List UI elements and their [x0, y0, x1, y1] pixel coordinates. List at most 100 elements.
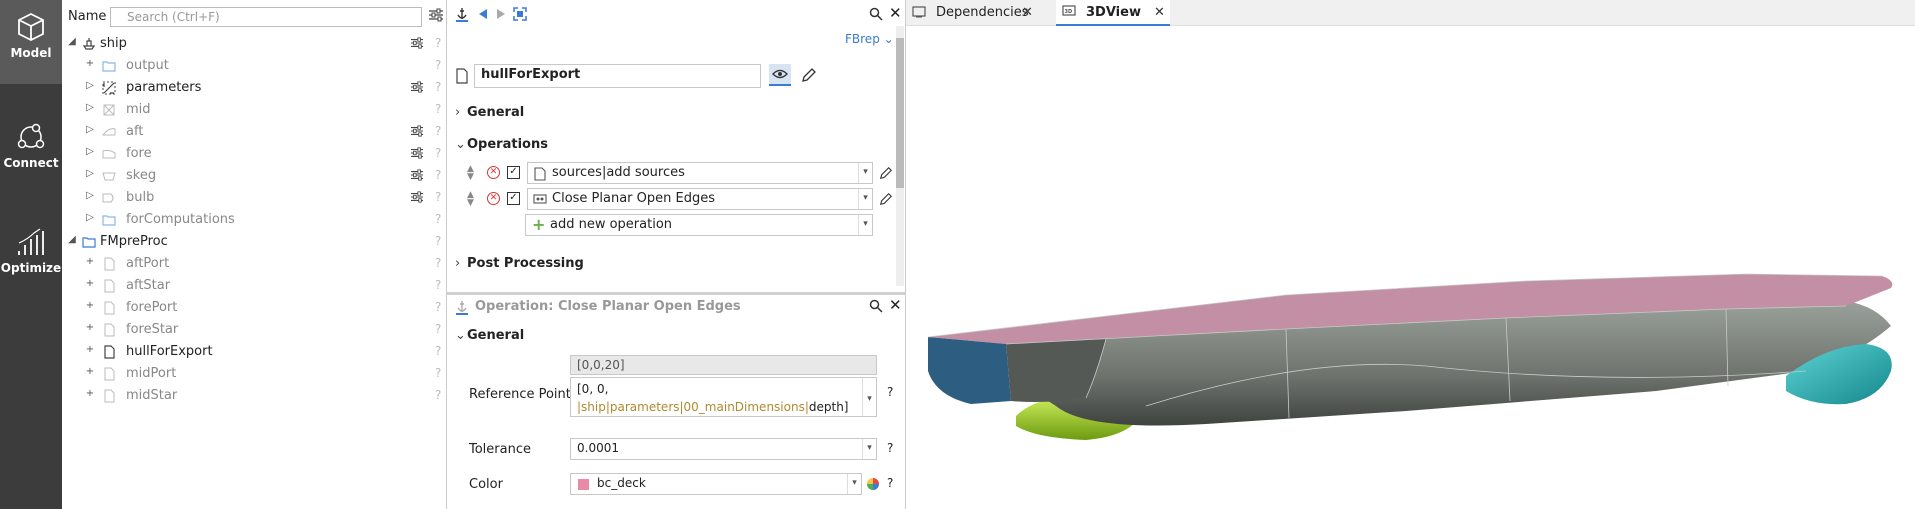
operation-dropdown[interactable]: sources|add sources ▾: [527, 162, 873, 184]
chevron-down-icon[interactable]: ▾: [858, 163, 872, 183]
operation-general-header[interactable]: ⌄General: [455, 328, 524, 343]
expand-icon[interactable]: +: [84, 278, 96, 289]
expand-icon[interactable]: +: [84, 388, 96, 399]
help-icon[interactable]: ?: [435, 146, 441, 160]
reorder-handle-icon[interactable]: ▲ ▼: [467, 191, 474, 208]
tree-row-ship[interactable]: ◢ ship ?: [62, 33, 447, 55]
general-section-header[interactable]: › General: [455, 105, 524, 120]
settings-sliders-icon[interactable]: [410, 37, 424, 49]
tree-row-aftstar[interactable]: + aftStar ?: [62, 275, 447, 297]
3d-viewport[interactable]: [906, 26, 1915, 509]
help-icon[interactable]: ?: [435, 36, 441, 50]
expand-icon[interactable]: ▷: [84, 212, 96, 223]
expand-icon[interactable]: ▷: [84, 190, 96, 201]
tree-row-forcomputations[interactable]: ▷ forComputations ?: [62, 209, 447, 231]
reference-point-input[interactable]: [0, 0, |ship|parameters|00_mainDimension…: [570, 377, 877, 417]
help-icon[interactable]: ?: [435, 168, 441, 182]
help-icon[interactable]: ?: [435, 80, 441, 94]
settings-sliders-icon[interactable]: [410, 191, 424, 203]
help-icon[interactable]: ?: [435, 366, 441, 380]
expand-icon[interactable]: +: [84, 256, 96, 267]
chevron-down-icon[interactable]: ▾: [862, 439, 876, 459]
chevron-down-icon[interactable]: ▾: [858, 189, 872, 209]
edit-icon[interactable]: [801, 67, 817, 83]
help-icon[interactable]: ?: [435, 322, 441, 336]
expand-icon[interactable]: +: [84, 322, 96, 333]
tree-row-fmpreproc[interactable]: ◢ FMpreProc ?: [62, 231, 447, 253]
help-icon[interactable]: ?: [435, 190, 441, 204]
operation-dropdown[interactable]: Close Planar Open Edges ▾: [527, 188, 873, 210]
color-palette-icon[interactable]: [866, 477, 880, 491]
edit-icon[interactable]: [879, 166, 893, 180]
tree-row-aft[interactable]: ▷ aft ?: [62, 121, 447, 143]
connect-mode-button[interactable]: Connect: [0, 110, 62, 194]
expand-icon[interactable]: ▷: [84, 102, 96, 113]
expand-icon[interactable]: +: [84, 344, 96, 355]
help-icon[interactable]: ?: [887, 441, 893, 455]
tab-3dview[interactable]: 3D 3DView ✕: [1056, 0, 1170, 26]
expand-icon[interactable]: ▷: [84, 80, 96, 91]
scrollbar-thumb[interactable]: [896, 38, 904, 188]
chevron-down-icon[interactable]: ▾: [862, 378, 876, 416]
tree-row-hullforexport[interactable]: + hullForExport ?: [62, 341, 447, 363]
forward-arrow-icon[interactable]: [495, 8, 507, 20]
help-icon[interactable]: ?: [435, 300, 441, 314]
search-icon[interactable]: [869, 7, 883, 21]
help-icon[interactable]: ?: [435, 256, 441, 270]
close-icon[interactable]: ✕: [889, 296, 902, 314]
tree-row-forestar[interactable]: + foreStar ?: [62, 319, 447, 341]
remove-operation-icon[interactable]: ✕: [487, 192, 500, 205]
expand-icon[interactable]: +: [84, 300, 96, 311]
tolerance-input[interactable]: 0.0001 ▾: [570, 438, 877, 460]
close-icon[interactable]: ✕: [889, 4, 902, 22]
expand-icon[interactable]: +: [84, 58, 96, 69]
mode-dropdown[interactable]: FBrep ⌄: [845, 32, 894, 46]
tree-row-output[interactable]: + output ?: [62, 55, 447, 77]
model-mode-button[interactable]: Model: [0, 0, 62, 84]
close-icon[interactable]: ✕: [1154, 5, 1165, 20]
help-icon[interactable]: ?: [435, 124, 441, 138]
vertical-scrollbar[interactable]: [896, 26, 904, 286]
add-operation-dropdown[interactable]: + add new operation ▾: [525, 214, 873, 236]
expand-icon[interactable]: +: [84, 366, 96, 377]
help-icon[interactable]: ?: [887, 476, 893, 490]
help-icon[interactable]: ?: [435, 388, 441, 402]
operations-section-header[interactable]: ⌄Operations: [455, 137, 548, 152]
tree-row-parameters[interactable]: ▷ parameters ?: [62, 77, 447, 99]
collapse-icon[interactable]: ◢: [66, 234, 78, 245]
expand-icon[interactable]: ▷: [84, 168, 96, 179]
remove-operation-icon[interactable]: ✕: [487, 166, 500, 179]
tree-row-foreport[interactable]: + forePort ?: [62, 297, 447, 319]
chevron-down-icon[interactable]: ▾: [847, 474, 861, 494]
operation-enabled-checkbox[interactable]: ✓: [507, 166, 520, 179]
edit-icon[interactable]: [879, 192, 893, 206]
collapse-icon[interactable]: ◢: [66, 36, 78, 47]
tree-row-aftport[interactable]: + aftPort ?: [62, 253, 447, 275]
help-icon[interactable]: ?: [435, 278, 441, 292]
tree-row-skeg[interactable]: ▷ skeg ?: [62, 165, 447, 187]
search-input[interactable]: Search (Ctrl+F): [110, 7, 422, 27]
help-icon[interactable]: ?: [435, 212, 441, 226]
settings-sliders-icon[interactable]: [410, 169, 424, 181]
tree-row-fore[interactable]: ▷ fore ?: [62, 143, 447, 165]
color-dropdown[interactable]: bc_deck ▾: [570, 473, 862, 495]
close-icon[interactable]: ✕: [1022, 5, 1033, 20]
settings-sliders-icon[interactable]: [410, 125, 424, 137]
tab-dependencies[interactable]: Dependencies ✕: [928, 0, 1038, 26]
optimize-mode-button[interactable]: Optimize: [0, 215, 62, 299]
anchor-icon[interactable]: [455, 299, 469, 315]
settings-sliders-icon[interactable]: [410, 81, 424, 93]
help-icon[interactable]: ?: [435, 234, 441, 248]
help-icon[interactable]: ?: [435, 344, 441, 358]
back-arrow-icon[interactable]: [477, 8, 489, 20]
help-icon[interactable]: ?: [435, 58, 441, 72]
filter-icon[interactable]: [428, 8, 444, 22]
help-icon[interactable]: ?: [887, 385, 893, 399]
tree-row-mid[interactable]: ▷ mid ?: [62, 99, 447, 121]
help-icon[interactable]: ?: [435, 102, 441, 116]
expand-icon[interactable]: ▷: [84, 124, 96, 135]
reorder-handle-icon[interactable]: ▲ ▼: [467, 165, 474, 182]
tree-row-midport[interactable]: + midPort ?: [62, 363, 447, 385]
expand-icon[interactable]: ▷: [84, 146, 96, 157]
post-processing-section-header[interactable]: › Post Processing: [455, 256, 584, 271]
